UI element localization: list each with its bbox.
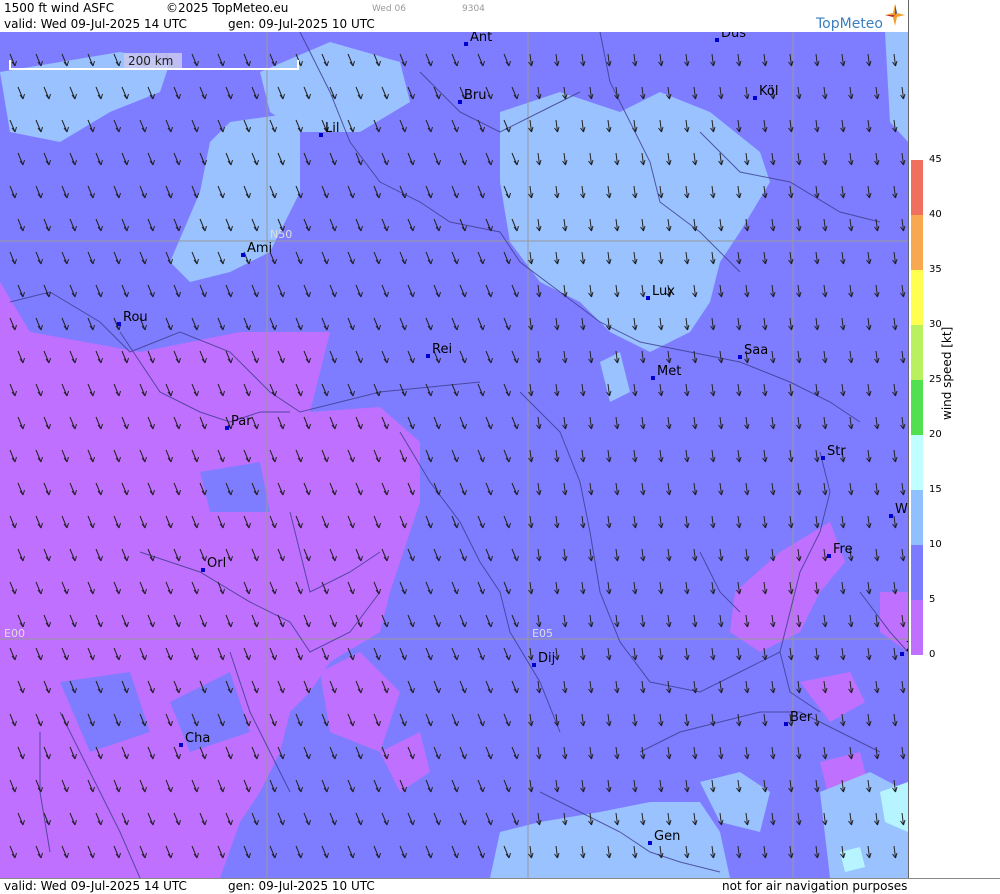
header: 1500 ft wind ASFC ©2025 TopMeteo.eu Wed …	[0, 0, 908, 32]
colorbar-tick: 10	[929, 539, 942, 550]
colorbar-segment	[911, 435, 923, 490]
city-label-16: Dij	[538, 651, 555, 666]
colorbar-segment	[911, 380, 923, 435]
city-marker	[827, 554, 831, 558]
city-marker	[225, 426, 229, 430]
colorbar-tick: 5	[929, 594, 936, 605]
colorbar-segment	[911, 545, 923, 600]
city-marker	[458, 100, 462, 104]
topmeteo-logo: TopMeteo	[815, 4, 905, 32]
wind-map[interactable]: N50 E00 E05 Ant Düs Bru Köl Lil Ami Rou Lux Rei S…	[0, 32, 908, 878]
city-marker	[648, 841, 652, 845]
city-label-10: Met	[657, 364, 681, 379]
city-marker	[715, 38, 719, 42]
city-label-1: Düs	[721, 32, 746, 41]
city-label-12: Str	[827, 444, 846, 459]
city-marker	[117, 322, 121, 326]
colorbar-tick: 35	[929, 264, 942, 275]
colorbar-tick: 45	[929, 154, 942, 165]
city-marker	[900, 652, 904, 656]
product-title: 1500 ft wind ASFC	[4, 1, 115, 15]
footer: valid: Wed 09-Jul-2025 14 UTC gen: 09-Ju…	[0, 878, 1000, 894]
generated-time: gen: 09-Jul-2025 10 UTC	[228, 17, 375, 31]
colorbar-segment	[911, 215, 923, 270]
city-marker	[821, 456, 825, 460]
small-code-label: 9304	[462, 4, 485, 14]
colorbar-tick: 40	[929, 209, 942, 220]
city-label-18: Cha	[185, 731, 210, 746]
colorbar-tick: 0	[929, 649, 936, 660]
city-marker	[464, 42, 468, 46]
city-marker	[201, 568, 205, 572]
colorbar-segment	[911, 325, 923, 380]
city-label-11: Par	[231, 414, 252, 429]
lon-label-e00: E00	[4, 627, 25, 640]
city-label-5: Ami	[247, 241, 272, 256]
valid-time: valid: Wed 09-Jul-2025 14 UTC	[4, 17, 187, 31]
colorbar-segment	[911, 600, 923, 655]
colorbar-segment	[911, 160, 923, 215]
city-label-4: Lil	[325, 121, 339, 136]
small-day-label: Wed 06	[372, 4, 406, 14]
city-marker	[753, 96, 757, 100]
footer-disclaimer: not for air navigation purposes	[722, 879, 908, 893]
city-marker	[738, 355, 742, 359]
city-marker	[532, 663, 536, 667]
city-label-19: Gen	[654, 829, 680, 844]
compass-star-icon	[885, 4, 905, 26]
footer-generated: gen: 09-Jul-2025 10 UTC	[228, 879, 375, 893]
lat-label: N50	[270, 228, 292, 241]
copyright: ©2025 TopMeteo.eu	[166, 1, 289, 15]
footer-valid: valid: Wed 09-Jul-2025 14 UTC	[4, 879, 187, 893]
city-label-17: Ber	[790, 710, 813, 725]
scale-label: 200 km	[128, 54, 173, 68]
city-marker	[651, 376, 655, 380]
city-marker	[889, 514, 893, 518]
city-marker	[319, 133, 323, 137]
lon-label-e05: E05	[532, 627, 553, 640]
colorbar-segment	[911, 490, 923, 545]
city-label-13: W	[895, 502, 908, 517]
city-marker	[426, 354, 430, 358]
city-label-2: Bru	[464, 88, 487, 103]
city-label-15: Orl	[207, 556, 226, 571]
city-label-6: Rou	[123, 310, 148, 325]
legend-title: wind speed [kt]	[940, 326, 954, 420]
city-label-3: Köl	[759, 84, 778, 99]
city-label-7: Lux	[652, 284, 675, 299]
colorbar-segment	[911, 270, 923, 325]
city-marker	[179, 743, 183, 747]
city-label-14: Fre	[833, 542, 853, 557]
colorbar-tick: 20	[929, 429, 942, 440]
city-marker	[646, 296, 650, 300]
city-label-0: Ant	[470, 32, 492, 45]
city-label-9: Saa	[744, 343, 768, 358]
city-marker	[241, 253, 245, 257]
city-marker	[784, 722, 788, 726]
colorbar-tick: 15	[929, 484, 942, 495]
city-label-8: Rei	[432, 342, 452, 357]
